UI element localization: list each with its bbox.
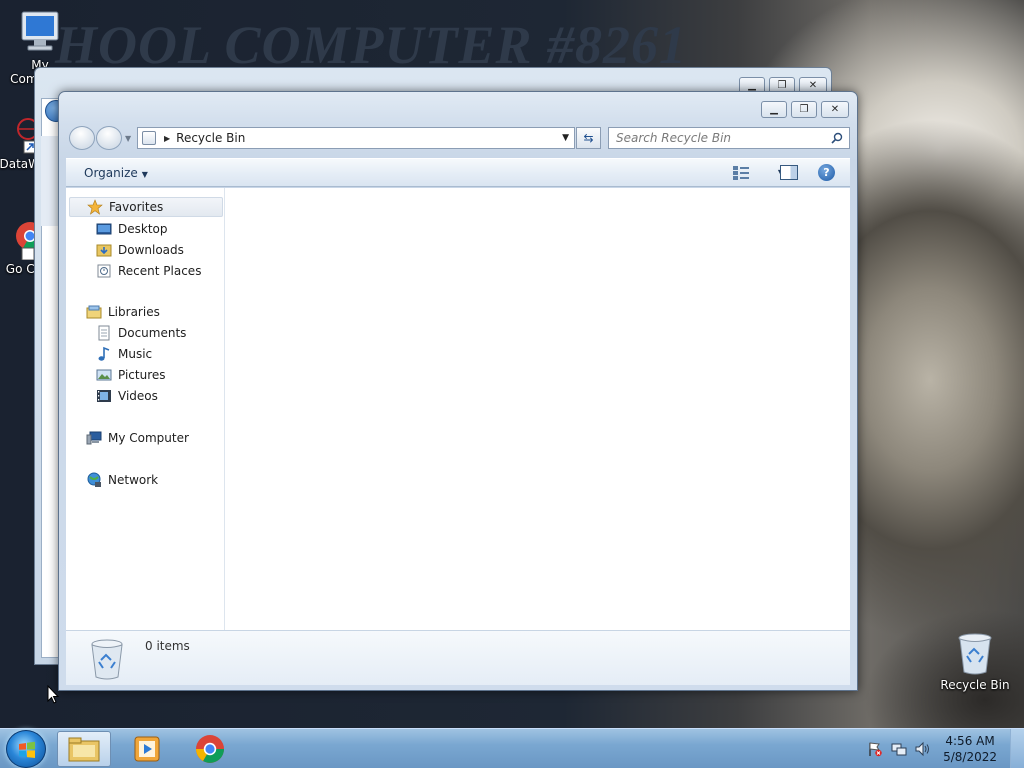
close-button[interactable]: ✕ (821, 101, 849, 118)
organize-label: Organize (84, 166, 138, 180)
nav-item-label: Music (118, 347, 153, 361)
refresh-button[interactable]: ⇆ (576, 127, 601, 149)
show-desktop-button[interactable] (1010, 729, 1024, 768)
nav-favorites-label: Favorites (109, 200, 164, 214)
action-center-flag-icon[interactable] (867, 741, 883, 757)
nav-item-videos[interactable]: Videos (96, 386, 158, 406)
minimize-button[interactable]: ▁ (761, 101, 787, 118)
nav-item-label: Downloads (118, 243, 184, 257)
navigation-row: ▼ ▶ Recycle Bin ▼ ⇆ Search Recycle Bin (67, 126, 850, 150)
network-icon (87, 472, 101, 487)
change-view-icon[interactable] (732, 165, 750, 181)
computer-icon (86, 431, 102, 445)
taskbar-media-player[interactable] (120, 731, 174, 767)
windows-logo-icon (19, 741, 35, 758)
content-area: Favorites Desktop Downloads Recent Place… (66, 188, 850, 631)
clock-date: 5/8/2022 (943, 750, 997, 764)
nav-my-computer-label: My Computer (108, 431, 189, 445)
documents-icon (98, 325, 110, 341)
desktop-icon-recycle-bin[interactable]: Recycle Bin (935, 630, 1015, 692)
address-dropdown-icon[interactable]: ▼ (562, 133, 569, 143)
search-icon[interactable] (831, 132, 843, 144)
nav-item-label: Desktop (118, 222, 168, 236)
background-window-sidebar (41, 136, 59, 226)
chevron-down-icon: ▼ (141, 170, 148, 179)
nav-item-label: Recent Places (118, 264, 202, 278)
nav-item-pictures[interactable]: Pictures (96, 365, 166, 385)
music-icon (98, 346, 110, 361)
recycle-bin-icon (91, 639, 123, 680)
nav-item-music[interactable]: Music (96, 344, 152, 364)
clock-time: 4:56 AM (945, 734, 995, 748)
desktop-icon-label: Recycle Bin (940, 678, 1010, 692)
system-tray: 4:56 AM 5/8/2022 (860, 729, 1024, 768)
nav-item-documents[interactable]: Documents (96, 323, 186, 343)
volume-icon[interactable] (915, 741, 931, 757)
nav-item-recent-places[interactable]: Recent Places (96, 261, 201, 281)
chrome-icon (196, 735, 224, 763)
recent-pages-dropdown-icon[interactable]: ▼ (125, 134, 131, 143)
recycle-bin-small-icon (142, 131, 156, 145)
details-pane: 0 items (66, 631, 850, 685)
recent-places-icon (97, 264, 111, 278)
mouse-pointer-icon (47, 685, 59, 704)
nav-libraries-label: Libraries (108, 305, 160, 319)
item-count: 0 items (145, 639, 190, 653)
desktop-icon (96, 223, 112, 235)
organize-menu[interactable]: Organize ▼ (84, 166, 148, 180)
media-player-icon (134, 736, 160, 762)
nav-item-label: Videos (118, 389, 158, 403)
help-icon[interactable]: ? (818, 164, 835, 181)
star-icon (87, 199, 103, 215)
nav-my-computer[interactable]: My Computer (86, 428, 189, 448)
taskbar: 4:56 AM 5/8/2022 (0, 728, 1024, 768)
nav-network[interactable]: Network (86, 470, 158, 490)
libraries-icon (86, 305, 102, 319)
nav-libraries[interactable]: Libraries (86, 302, 160, 322)
pictures-icon (96, 369, 112, 381)
nav-item-label: Documents (118, 326, 187, 340)
maximize-button[interactable]: ❐ (791, 101, 817, 118)
search-input[interactable]: Search Recycle Bin (616, 131, 731, 145)
back-button[interactable] (69, 126, 95, 150)
network-icon[interactable] (891, 741, 907, 757)
nav-favorites[interactable]: Favorites (69, 197, 223, 217)
nav-network-label: Network (108, 473, 159, 487)
breadcrumb-location[interactable]: Recycle Bin (176, 131, 245, 145)
explorer-window[interactable]: ▁ ❐ ✕ ▼ ▶ Recycle Bin ▼ ⇆ Search Recycle… (58, 91, 858, 691)
recycle-bin-icon (958, 633, 992, 675)
breadcrumb-chevron-icon[interactable]: ▶ (164, 134, 170, 143)
clock[interactable]: 4:56 AM 5/8/2022 (943, 733, 997, 765)
taskbar-chrome[interactable] (183, 731, 237, 767)
desktop-icon-google-chrome[interactable]: Go Ch (0, 218, 42, 277)
computer-icon (21, 11, 59, 51)
nav-item-downloads[interactable]: Downloads (96, 240, 184, 260)
command-bar: Organize▼ ▼ ? (66, 158, 850, 187)
navigation-pane: Favorites Desktop Downloads Recent Place… (66, 188, 225, 630)
videos-icon (97, 390, 111, 402)
nav-item-label: Pictures (118, 368, 166, 382)
file-list[interactable] (226, 188, 850, 630)
forward-button[interactable] (96, 126, 122, 150)
preview-pane-icon[interactable] (780, 165, 798, 180)
address-bar[interactable]: ▶ Recycle Bin ▼ (137, 127, 575, 149)
start-button[interactable] (6, 730, 46, 768)
taskbar-windows-explorer[interactable] (57, 731, 111, 767)
downloads-folder-icon (96, 244, 112, 257)
search-box[interactable]: Search Recycle Bin (608, 127, 850, 149)
nav-item-desktop[interactable]: Desktop (96, 219, 168, 239)
windows-explorer-icon (68, 737, 100, 762)
